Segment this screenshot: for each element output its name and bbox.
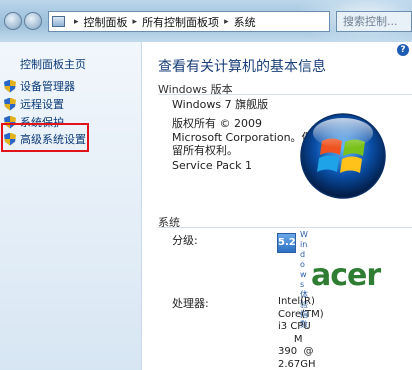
experience-index-badge[interactable]: 5.2 <box>277 233 296 253</box>
divider <box>158 227 412 228</box>
sidebar-home-link[interactable]: 控制面板主页 <box>20 56 86 72</box>
copyright-line-3: 留所有权利。 <box>172 144 238 157</box>
shield-icon <box>4 79 16 93</box>
help-icon[interactable]: ? <box>397 44 409 56</box>
chevron-right-icon[interactable]: ▸ <box>133 17 138 27</box>
forward-button[interactable] <box>24 12 42 30</box>
sidebar: 控制面板主页 设备管理器 远程设置 系统保护 高级系统设置 <box>0 42 142 370</box>
breadcrumb-all-items[interactable]: 所有控制面板项 <box>142 14 219 30</box>
sidebar-item-remote-settings[interactable]: 远程设置 <box>4 96 64 112</box>
shield-icon <box>4 97 16 111</box>
windows-edition: Windows 7 旗舰版 <box>172 98 269 111</box>
sidebar-item-device-manager[interactable]: 设备管理器 <box>4 78 75 94</box>
highlight-annotation <box>1 123 89 152</box>
service-pack: Service Pack 1 <box>172 159 252 172</box>
address-bar-area: ▸ 控制面板 ▸ 所有控制面板项 ▸ 系统 搜索控制... <box>0 0 412 42</box>
processor-value: Intel(R) Core(TM) i3 CPU M 390 @ 2.67GH <box>278 296 324 370</box>
windows-logo-icon <box>300 113 386 199</box>
breadcrumb-control-panel[interactable]: 控制面板 <box>84 14 128 30</box>
chevron-right-icon[interactable]: ▸ <box>224 17 229 27</box>
main-panel: ? 查看有关计算机的基本信息 Windows 版本 Windows 7 旗舰版 … <box>143 42 412 370</box>
rating-label: 分级: <box>172 234 198 247</box>
search-input[interactable]: 搜索控制... <box>336 11 412 32</box>
processor-label: 处理器: <box>172 297 209 310</box>
page-title: 查看有关计算机的基本信息 <box>158 59 326 75</box>
chevron-right-icon[interactable]: ▸ <box>74 17 79 27</box>
sidebar-item-label: 远程设置 <box>20 98 64 111</box>
back-button[interactable] <box>4 12 22 30</box>
sidebar-item-label: 设备管理器 <box>20 80 75 93</box>
computer-icon <box>52 16 65 27</box>
acer-logo: acer <box>311 258 381 293</box>
divider <box>158 94 412 95</box>
address-bar[interactable]: ▸ 控制面板 ▸ 所有控制面板项 ▸ 系统 <box>48 11 330 32</box>
breadcrumb-system[interactable]: 系统 <box>234 14 256 30</box>
